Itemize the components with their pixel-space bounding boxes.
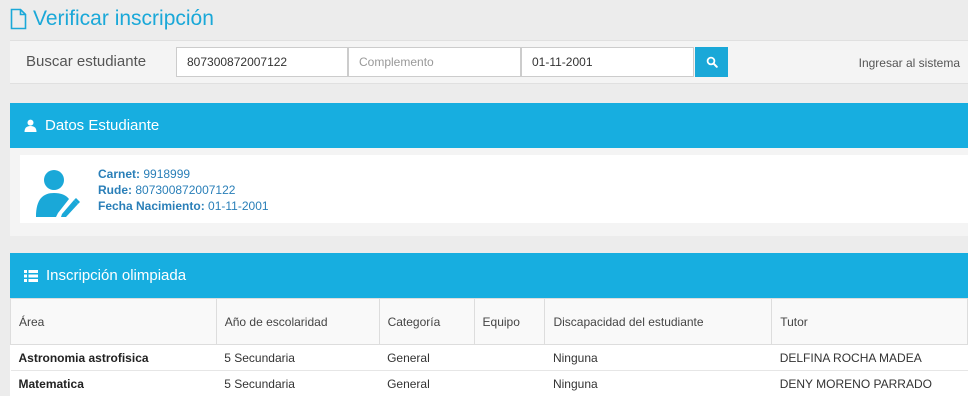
- user-icon: [24, 119, 37, 132]
- cell-category: General: [379, 344, 475, 371]
- registration-table-wrap: Área Año de escolaridad Categoría Equipo…: [10, 298, 968, 396]
- cell-disability: Ninguna: [544, 370, 772, 396]
- page-header: Verificar inscripción: [10, 4, 214, 34]
- search-bar: Buscar estudiante Ingresar al sistema: [10, 40, 968, 84]
- registration-table: Área Año de escolaridad Categoría Equipo…: [10, 298, 968, 396]
- table-row: Matematica 5 Secundaria General Ninguna …: [10, 370, 968, 396]
- search-label: Buscar estudiante: [26, 53, 147, 70]
- registration-panel-header: Inscripción olimpiada: [10, 253, 968, 298]
- page-title: Verificar inscripción: [33, 7, 214, 30]
- col-team: Equipo: [473, 298, 546, 345]
- col-disability: Discapacidad del estudiante: [544, 298, 773, 345]
- registration-panel-title: Inscripción olimpiada: [46, 267, 187, 284]
- student-panel-body: Carnet: 9918999 Rude: 807300872007122 Fe…: [10, 148, 968, 236]
- rude-line: Rude: 807300872007122: [98, 183, 236, 197]
- list-icon: [24, 269, 38, 282]
- table-header-row: Área Año de escolaridad Categoría Equipo…: [10, 298, 968, 345]
- birth-line: Fecha Nacimiento: 01-11-2001: [98, 199, 269, 213]
- ci-input[interactable]: [176, 47, 348, 77]
- carnet-line: Carnet: 9918999: [98, 167, 191, 181]
- student-panel-title: Datos Estudiante: [45, 117, 160, 134]
- cell-team: [474, 370, 545, 396]
- col-area: Área: [10, 298, 217, 345]
- cell-year: 5 Secundaria: [216, 344, 380, 371]
- student-avatar-icon: [36, 170, 80, 217]
- student-card: Carnet: 9918999 Rude: 807300872007122 Fe…: [20, 155, 968, 223]
- cell-tutor: DENY MORENO PARRADO: [771, 370, 968, 396]
- search-button[interactable]: [695, 47, 728, 77]
- complement-input[interactable]: [348, 47, 521, 77]
- cell-disability: Ninguna: [544, 344, 772, 371]
- student-info: Carnet: 9918999 Rude: 807300872007122 Fe…: [98, 166, 269, 214]
- document-icon: [10, 8, 27, 30]
- student-panel-header: Datos Estudiante: [10, 103, 968, 148]
- birth-value: 01-11-2001: [208, 199, 269, 213]
- rude-value: 807300872007122: [135, 183, 236, 197]
- birth-date-input[interactable]: [521, 47, 694, 77]
- search-icon: [706, 56, 718, 68]
- col-year: Año de escolaridad: [215, 298, 380, 345]
- cell-category: General: [379, 370, 475, 396]
- cell-tutor: DELFINA ROCHA MADEA: [771, 344, 968, 371]
- carnet-value: 9918999: [143, 167, 191, 181]
- cell-team: [474, 344, 545, 371]
- col-category: Categoría: [378, 298, 475, 345]
- cell-area: Astronomia astrofisica: [10, 344, 217, 371]
- table-row: Astronomia astrofisica 5 Secundaria Gene…: [10, 344, 968, 371]
- login-link[interactable]: Ingresar al sistema: [859, 56, 960, 70]
- col-tutor: Tutor: [771, 298, 968, 345]
- cell-year: 5 Secundaria: [216, 370, 380, 396]
- cell-area: Matematica: [10, 370, 217, 396]
